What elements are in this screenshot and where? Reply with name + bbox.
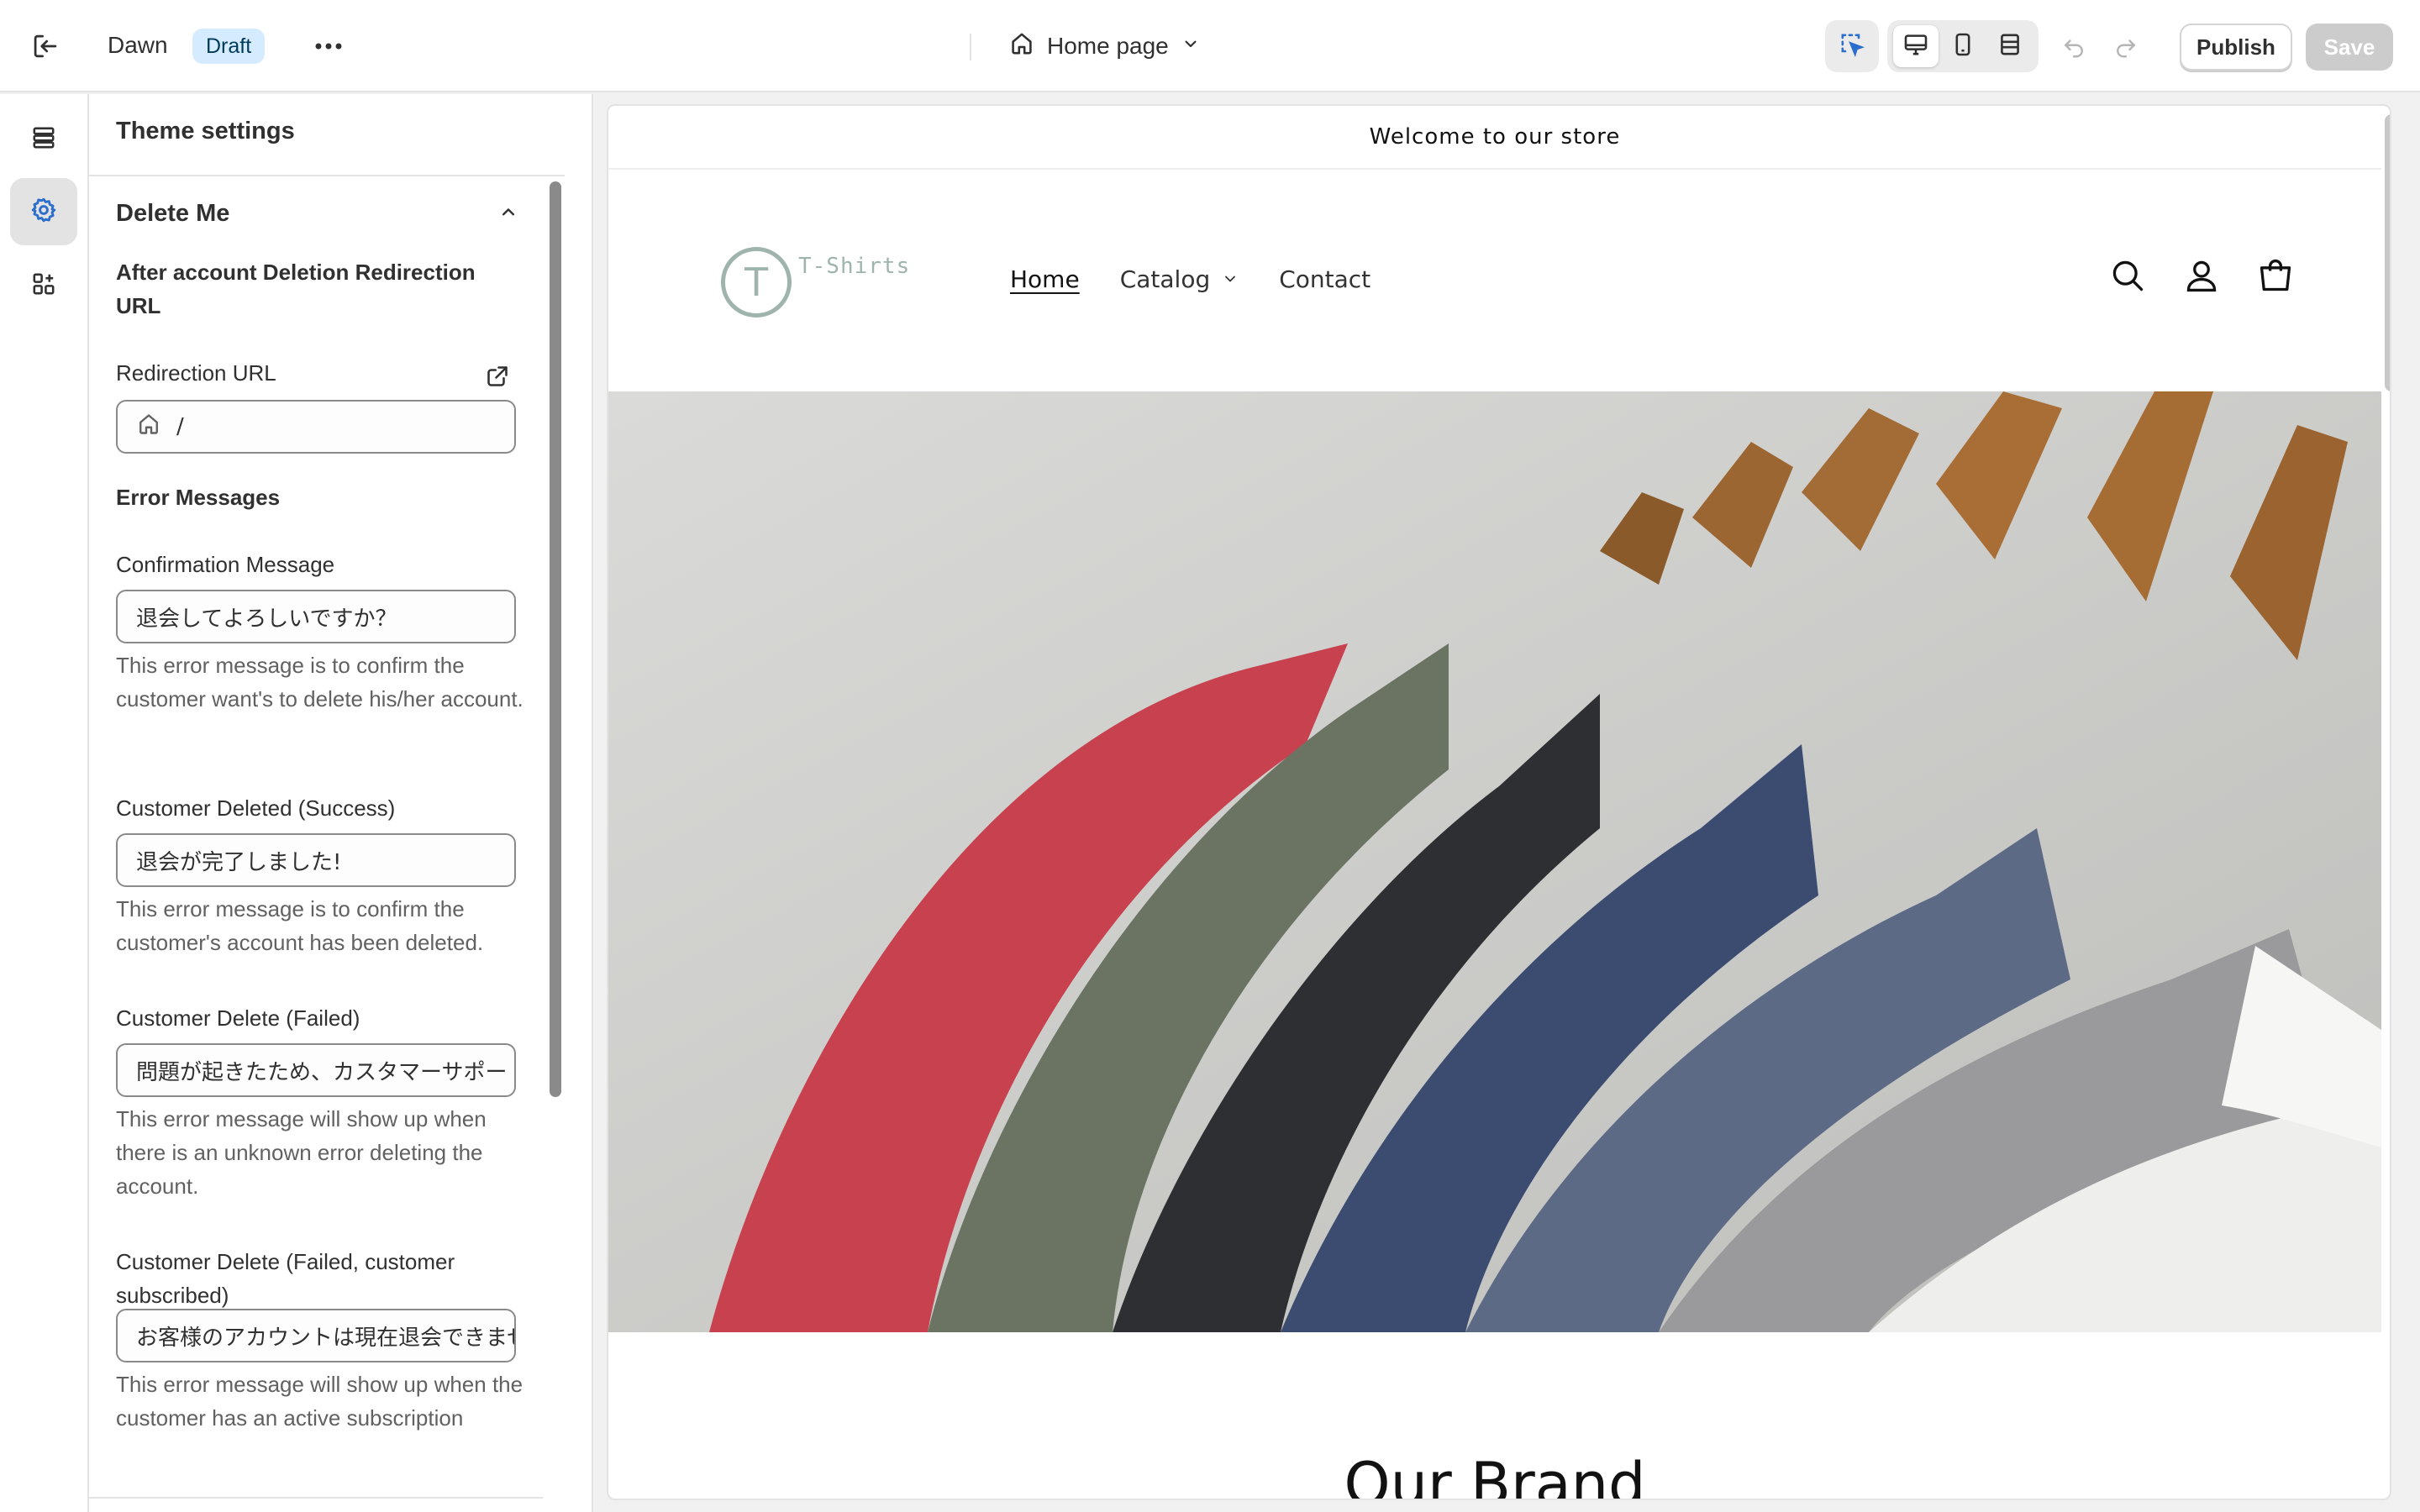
section-title: Delete Me: [116, 200, 230, 227]
search-icon[interactable]: [2107, 252, 2148, 299]
customer-delete-subscribed-help: This error message will show up when the…: [116, 1372, 523, 1431]
chevron-down-icon: [1181, 33, 1201, 60]
sections-icon: [30, 124, 57, 155]
gear-icon: [29, 196, 58, 228]
confirmation-message-help: This error message is to confirm the cus…: [116, 653, 523, 711]
panel-divider: [89, 175, 565, 176]
nav-home-link[interactable]: Home: [1010, 265, 1080, 293]
apps-icon: [30, 270, 57, 302]
desktop-view-button[interactable]: [1893, 25, 1939, 67]
storefront-preview[interactable]: Welcome to our store T T-Shirts Home Cat…: [608, 106, 2390, 1499]
panel-scrollbar[interactable]: [550, 181, 561, 1097]
nav-contact-link[interactable]: Contact: [1279, 265, 1370, 293]
topbar-divider: [970, 34, 971, 60]
editor-sidebar-rail: [0, 94, 89, 1512]
editor-topbar: Dawn Draft Home page Publish Save: [0, 0, 2420, 92]
store-header: T T-Shirts Home Catalog Contact: [608, 171, 2381, 391]
hero-banner-image[interactable]: [608, 391, 2381, 1332]
section-heading: Our Brand: [1344, 1450, 1646, 1499]
home-icon: [136, 412, 161, 443]
inspector-toggle[interactable]: [1825, 20, 1879, 72]
desktop-icon: [1902, 31, 1929, 62]
store-navigation: Home Catalog Contact: [1010, 265, 1370, 293]
fullscreen-icon: [1996, 31, 2023, 62]
external-link-icon[interactable]: [481, 360, 514, 393]
theme-settings-tab[interactable]: [10, 178, 77, 245]
mobile-icon: [1949, 31, 1976, 62]
customer-deleted-field[interactable]: 退会が完了しました!: [116, 833, 516, 887]
error-messages-heading: Error Messages: [116, 485, 281, 510]
nav-catalog-link[interactable]: Catalog: [1120, 265, 1239, 293]
section-header-delete-me[interactable]: Delete Me: [116, 200, 519, 228]
customer-deleted-help: This error message is to confirm the cus…: [116, 896, 484, 955]
panel-bottom-divider: [89, 1497, 543, 1499]
more-horizontal-icon[interactable]: [309, 27, 348, 66]
store-logo[interactable]: T: [721, 247, 792, 318]
customer-delete-failed-field[interactable]: 問題が起きたため、カスタマーサポートへお問い合わせください: [116, 1043, 516, 1097]
customer-deleted-label: Customer Deleted (Success): [116, 795, 396, 821]
page-selector-label: Home page: [1047, 33, 1169, 59]
sections-tab[interactable]: [10, 106, 77, 173]
theme-settings-panel: Theme settings Delete Me After account D…: [89, 94, 593, 1512]
save-button[interactable]: Save: [2306, 24, 2393, 71]
redo-icon[interactable]: [2107, 30, 2144, 64]
home-icon: [1008, 30, 1035, 63]
undo-icon[interactable]: [2055, 30, 2092, 64]
theme-name: Dawn: [108, 32, 168, 58]
redirect-url-label: Redirection URL: [116, 360, 276, 386]
redirect-url-field[interactable]: /: [116, 400, 516, 454]
announcement-bar[interactable]: Welcome to our store: [608, 106, 2381, 170]
apps-tab[interactable]: [10, 252, 77, 319]
redirect-heading: After account Deletion Redirection URL: [116, 260, 476, 318]
status-badge: Draft: [192, 29, 266, 64]
nav-catalog-label: Catalog: [1119, 265, 1211, 293]
preview-scrollbar[interactable]: [2385, 114, 2390, 391]
device-switcher: [1887, 20, 2039, 72]
chevron-down-icon: [1222, 265, 1239, 293]
mobile-view-button[interactable]: [1940, 25, 1986, 67]
chevron-up-icon: [497, 201, 519, 227]
exit-icon[interactable]: [27, 28, 64, 65]
hero-tshirts-picture: [608, 391, 2381, 1332]
account-icon[interactable]: [2181, 252, 2222, 299]
page-selector[interactable]: Home page: [1008, 27, 1201, 66]
customer-delete-subscribed-field[interactable]: お客様のアカウントは現在退会できません: [116, 1309, 516, 1362]
publish-button[interactable]: Publish: [2180, 24, 2292, 71]
panel-title: Theme settings: [116, 118, 295, 144]
fullscreen-view-button[interactable]: [1987, 25, 2033, 67]
store-logo-text[interactable]: T-Shirts: [798, 254, 910, 279]
redirect-url-value: /: [176, 414, 184, 439]
confirmation-message-label: Confirmation Message: [116, 552, 335, 577]
select-cursor-icon: [1839, 31, 1865, 62]
confirmation-message-field[interactable]: 退会してよろしいですか？: [116, 590, 516, 643]
cart-icon[interactable]: [2255, 252, 2296, 299]
customer-delete-subscribed-label: Customer Delete (Failed, customer subscr…: [116, 1249, 455, 1308]
customer-delete-failed-help: This error message will show up when the…: [116, 1106, 487, 1199]
header-icons: [2107, 252, 2296, 299]
customer-delete-failed-label: Customer Delete (Failed): [116, 1005, 360, 1031]
